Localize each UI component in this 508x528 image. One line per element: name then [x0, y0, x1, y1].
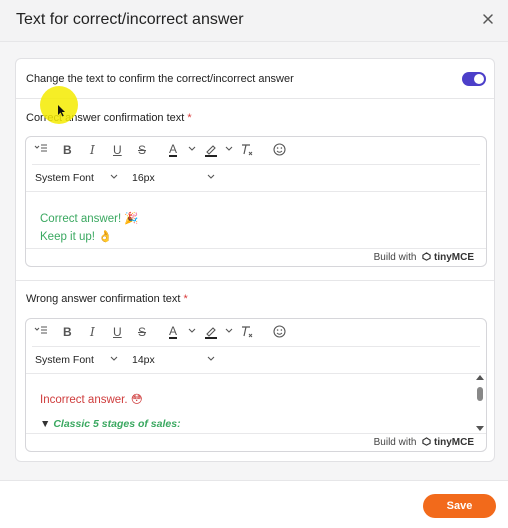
editor-toolbar: B I U S A [26, 319, 486, 346]
editor-toolbar: B I U S A [26, 137, 486, 164]
branding-prefix: Build with [373, 437, 417, 448]
content-divider [26, 373, 486, 374]
content-divider [26, 191, 486, 192]
branding: Build with tinyMCE [374, 437, 474, 448]
strikethrough-icon[interactable]: S [138, 325, 146, 339]
save-button[interactable]: Save [423, 494, 496, 518]
wrong-text-label-text: Wrong answer confirmation text [26, 293, 181, 305]
chevron-down-icon[interactable] [207, 173, 215, 181]
chevron-down-icon[interactable] [188, 328, 196, 334]
branding-brand: tinyMCE [434, 252, 474, 263]
italic-icon[interactable]: I [90, 325, 95, 339]
chevron-down-icon[interactable] [225, 328, 233, 334]
block-format-icon[interactable] [34, 325, 48, 337]
content-line: Correct answer! 🎉 [40, 213, 139, 225]
wrong-text-content[interactable]: Incorrect answer. 😳 ▼ Classic 5 stages o… [40, 391, 181, 433]
chevron-down-icon[interactable] [207, 355, 215, 363]
dialog-header: Text for correct/incorrect answer [0, 0, 508, 42]
mouse-cursor-icon [58, 105, 65, 117]
format-selects: System Font 16px [26, 165, 486, 191]
block-format-icon[interactable] [34, 143, 48, 155]
confirm-text-toggle[interactable] [462, 72, 486, 86]
wrong-text-label: Wrong answer confirmation text * [26, 293, 188, 305]
strikethrough-icon[interactable]: S [138, 143, 146, 157]
chevron-down-icon[interactable] [188, 146, 196, 152]
bold-icon[interactable]: B [63, 143, 72, 157]
branding-prefix: Build with [373, 252, 417, 263]
wrong-text-editor: B I U S A System Font 14px Incorrect ans… [25, 318, 487, 452]
underline-icon[interactable]: U [113, 325, 122, 339]
editor-scrollbar[interactable] [476, 375, 484, 431]
tinymce-logo-icon [422, 252, 431, 261]
toggle-label: Change the text to confirm the correct/i… [26, 73, 294, 85]
branding-brand: tinyMCE [434, 437, 474, 448]
editor-footer: Build with tinyMCE [26, 248, 486, 266]
italic-icon[interactable]: I [90, 143, 95, 157]
toggle-row: Change the text to confirm the correct/i… [16, 59, 494, 99]
chevron-down-icon[interactable] [110, 355, 118, 363]
section-divider [16, 280, 494, 281]
scroll-up-icon[interactable] [476, 375, 484, 380]
dialog-footer: Save [0, 480, 508, 528]
branding: Build with tinyMCE [374, 252, 474, 263]
font-size-select[interactable]: 14px [132, 354, 155, 366]
font-size-select[interactable]: 16px [132, 172, 155, 184]
content-line: Incorrect answer. 😳 [40, 394, 143, 406]
chevron-down-icon[interactable] [225, 146, 233, 152]
tinymce-logo-icon [422, 437, 431, 446]
scroll-down-icon[interactable] [476, 426, 484, 431]
underline-icon[interactable]: U [113, 143, 122, 157]
collapsible-title: Classic 5 stages of sales: [53, 418, 181, 430]
required-mark: * [183, 293, 188, 305]
required-mark: * [187, 112, 192, 124]
highlight-icon[interactable] [204, 143, 218, 157]
bold-icon[interactable]: B [63, 325, 72, 339]
content-line: Keep it up! 👌 [40, 231, 113, 243]
format-selects: System Font 14px [26, 347, 486, 373]
text-color-icon[interactable]: A [169, 325, 178, 339]
emoji-icon[interactable] [273, 143, 286, 156]
chevron-down-icon[interactable] [110, 173, 118, 181]
emoji-icon[interactable] [273, 325, 286, 338]
expand-triangle-icon[interactable]: ▼ [40, 418, 50, 430]
toggle-knob [474, 74, 484, 84]
collapsible-heading[interactable]: ▼ Classic 5 stages of sales: [40, 415, 181, 433]
font-family-select[interactable]: System Font [35, 354, 94, 366]
clear-format-icon[interactable] [240, 143, 254, 157]
clear-format-icon[interactable] [240, 325, 254, 339]
font-family-select[interactable]: System Font [35, 172, 94, 184]
correct-text-editor: B I U S A System Font 16px Correct answe… [25, 136, 487, 267]
close-icon[interactable] [480, 11, 496, 27]
scroll-thumb[interactable] [477, 387, 483, 401]
dialog-title: Text for correct/incorrect answer [16, 11, 244, 28]
settings-card: Change the text to confirm the correct/i… [15, 58, 495, 462]
highlight-icon[interactable] [204, 325, 218, 339]
text-color-icon[interactable]: A [169, 143, 178, 157]
editor-footer: Build with tinyMCE [26, 433, 486, 451]
correct-text-content[interactable]: Correct answer! 🎉 Keep it up! 👌 [40, 210, 139, 246]
